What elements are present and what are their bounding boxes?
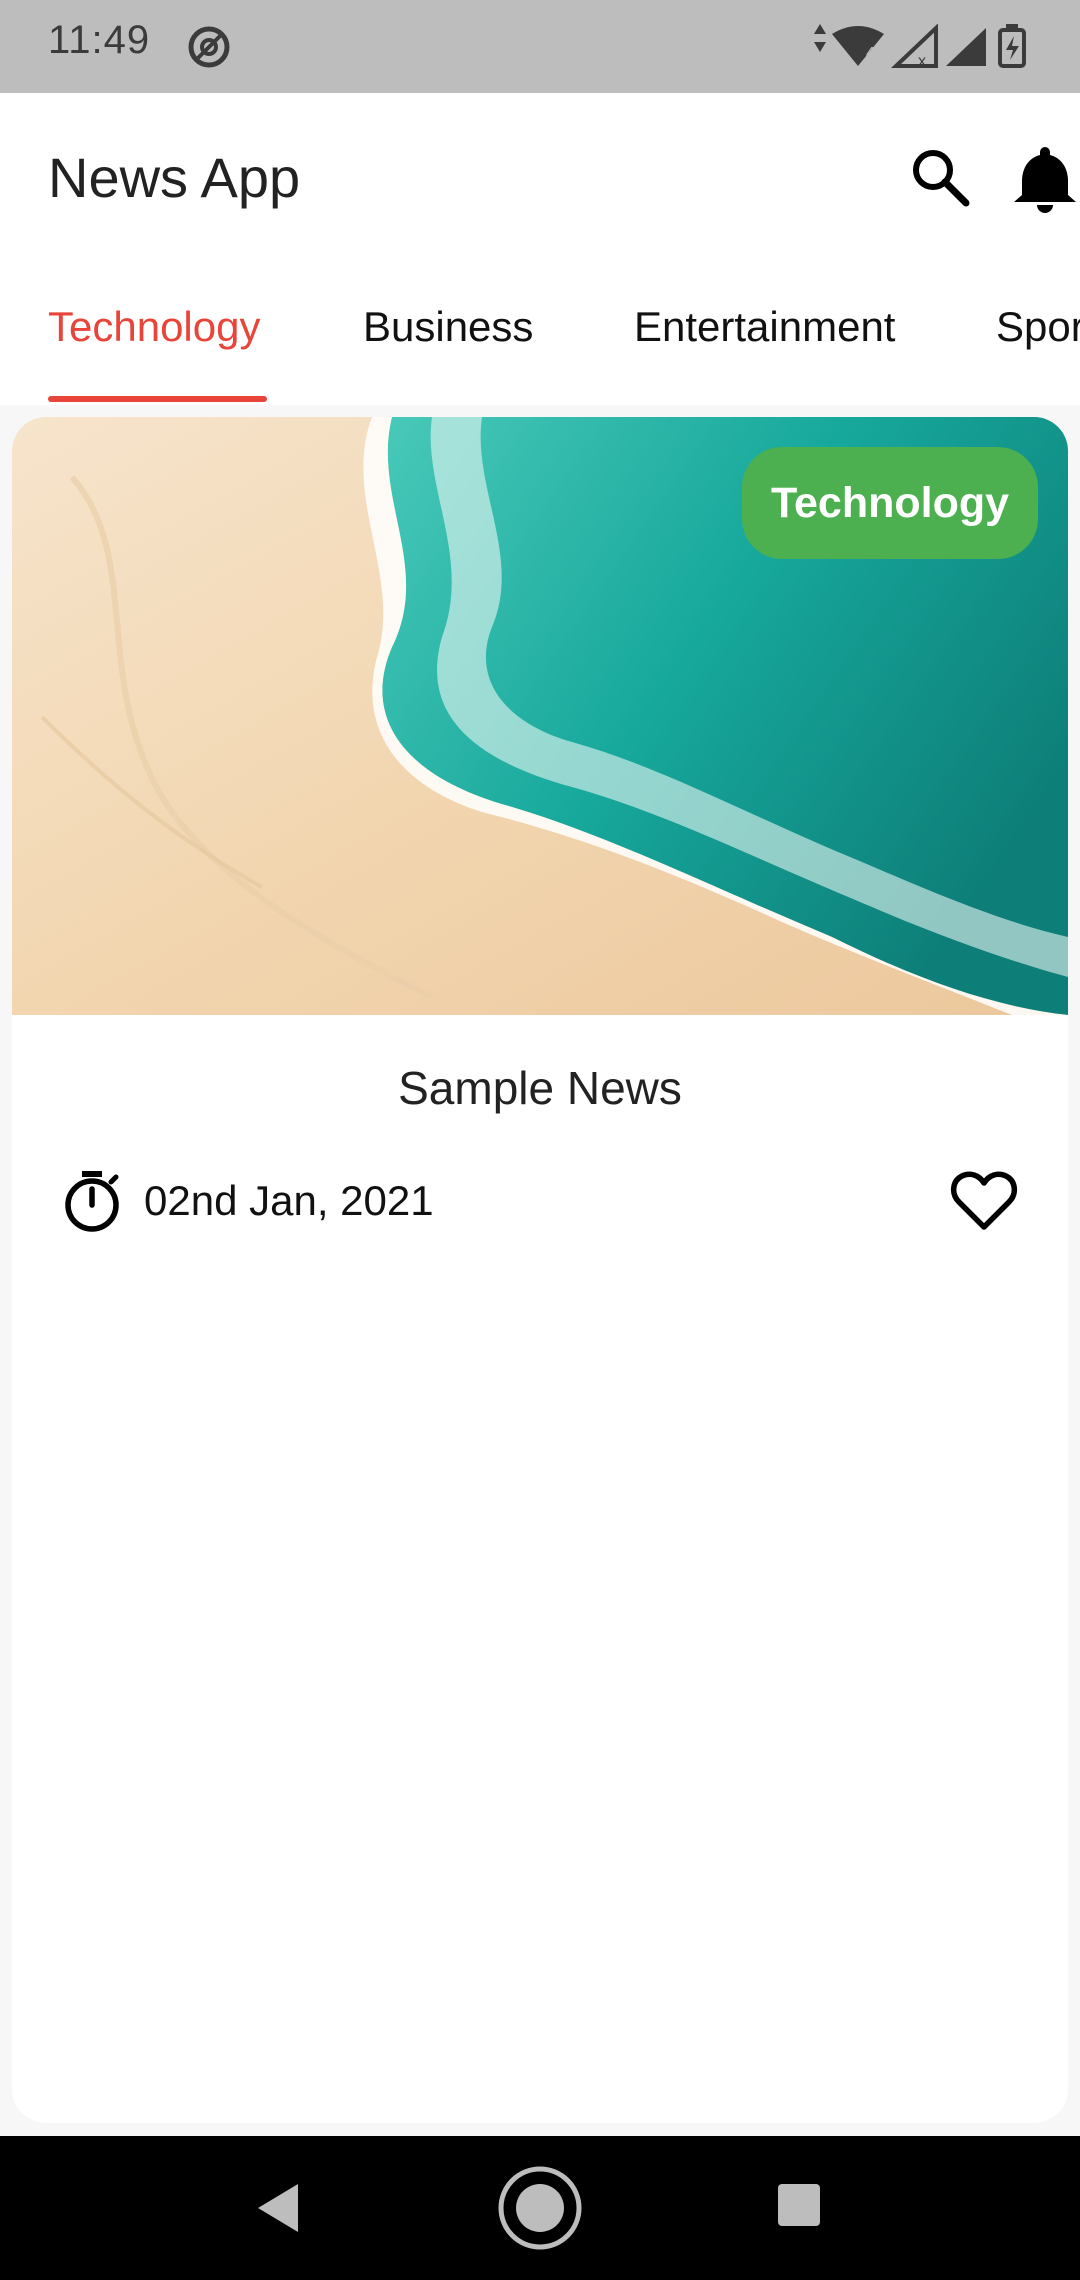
- heart-icon[interactable]: [950, 1169, 1018, 1233]
- timer-icon: [65, 1171, 119, 1232]
- wifi-icon: 4: [832, 26, 884, 66]
- data-saver-icon: [188, 26, 230, 68]
- signal-icon: x: [890, 24, 986, 70]
- tab-business[interactable]: Business: [363, 303, 533, 351]
- screen: 11:49 4 x News App Technology Business E…: [0, 0, 1080, 2280]
- tab-indicator: [48, 396, 267, 402]
- back-icon[interactable]: [252, 2180, 308, 2236]
- tab-sports[interactable]: Spor: [996, 303, 1080, 351]
- status-time: 11:49: [48, 18, 151, 62]
- battery-icon: [998, 24, 1026, 68]
- category-tabs: Technology Business Entertainment Spor: [0, 263, 1080, 405]
- tab-entertainment[interactable]: Entertainment: [634, 303, 895, 351]
- data-transfer-icon: [814, 24, 826, 52]
- app-title: News App: [48, 146, 301, 209]
- news-title[interactable]: Sample News: [12, 1061, 1068, 1115]
- news-date: 02nd Jan, 2021: [144, 1177, 434, 1224]
- news-card[interactable]: Technology Sample News 02nd Jan, 2021: [12, 417, 1068, 2123]
- search-icon[interactable]: [908, 145, 972, 209]
- status-icons: 4 x: [814, 24, 1026, 70]
- category-chip: Technology: [742, 447, 1038, 559]
- home-icon[interactable]: [496, 2164, 584, 2252]
- recents-icon[interactable]: [776, 2182, 822, 2228]
- app-bar: News App: [0, 93, 1080, 263]
- bell-icon[interactable]: [1010, 143, 1080, 213]
- svg-text:x: x: [918, 53, 926, 70]
- status-bar: 11:49 4 x: [0, 0, 1080, 93]
- svg-text:4: 4: [866, 45, 875, 62]
- tab-technology[interactable]: Technology: [48, 303, 260, 351]
- navigation-bar: [0, 2136, 1080, 2280]
